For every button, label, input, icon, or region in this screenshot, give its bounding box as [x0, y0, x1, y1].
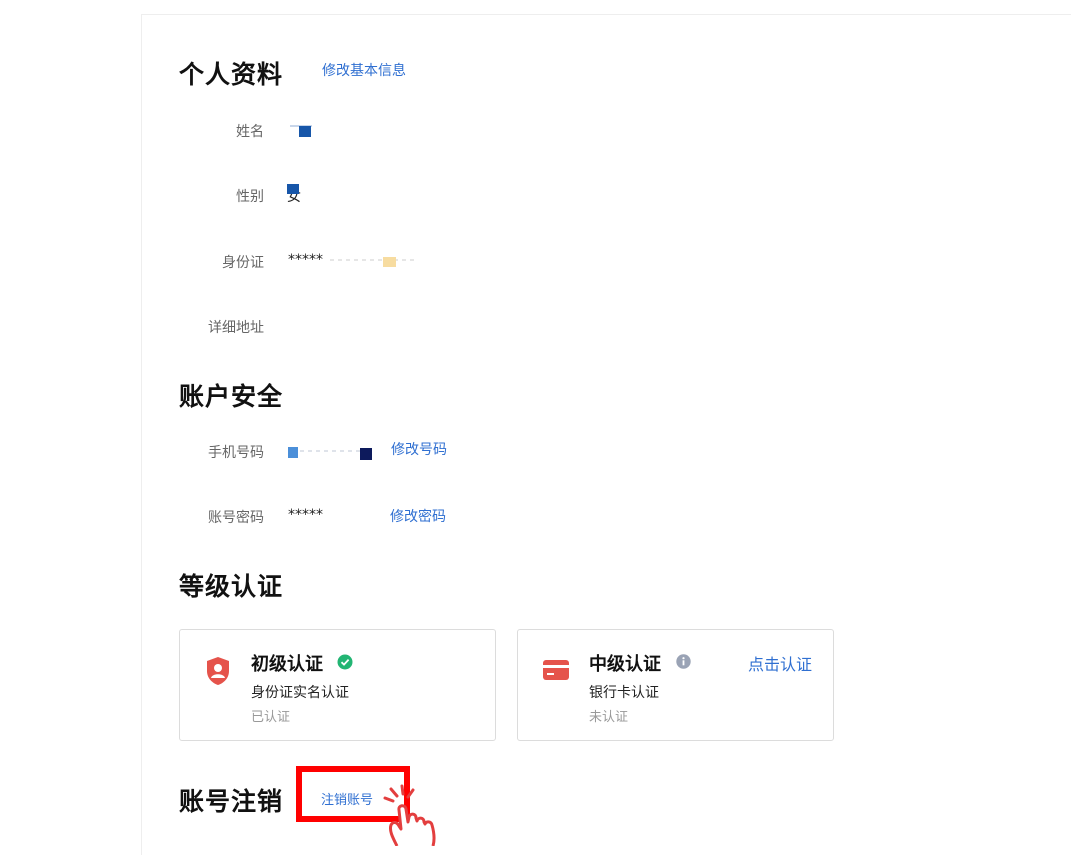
basic-verification-title: 初级认证 [251, 654, 323, 675]
intermediate-verification-card: 中级认证 点击认证 银行卡认证 未认证 [517, 629, 834, 741]
password-value: ***** [288, 507, 323, 523]
id-value: ***** [288, 252, 323, 268]
profile-section-title: 个人资料 [179, 60, 284, 89]
id-value-redacted [330, 257, 416, 267]
basic-verification-status: 已认证 [251, 710, 291, 725]
name-value-redacted [290, 123, 316, 137]
phone-value-redacted [288, 445, 374, 461]
gender-value-redacted [287, 184, 299, 194]
address-label: 详细地址 [208, 320, 264, 336]
cancel-section-title: 账号注销 [179, 787, 284, 816]
basic-verification-desc: 身份证实名认证 [251, 685, 349, 701]
edit-basic-info-link[interactable]: 修改基本信息 [322, 60, 406, 80]
gender-label: 性别 [236, 189, 264, 205]
intermediate-verification-status: 未认证 [589, 710, 629, 725]
security-section-title: 账户安全 [179, 382, 284, 411]
bank-card-icon [543, 660, 569, 684]
start-verification-link[interactable]: 点击认证 [748, 651, 812, 675]
shield-user-icon [205, 656, 231, 690]
password-label: 账号密码 [208, 510, 264, 526]
name-label: 姓名 [236, 124, 264, 140]
intermediate-verification-title: 中级认证 [589, 654, 661, 675]
check-circle-icon [337, 654, 353, 674]
basic-verification-card: 初级认证 身份证实名认证 已认证 [179, 629, 496, 741]
id-label: 身份证 [222, 255, 264, 271]
intermediate-verification-desc: 银行卡认证 [589, 685, 659, 701]
phone-label: 手机号码 [208, 445, 264, 461]
level-section-title: 等级认证 [179, 572, 284, 601]
change-password-link[interactable]: 修改密码 [390, 506, 446, 526]
pointing-hand-icon [375, 784, 465, 847]
change-phone-link[interactable]: 修改号码 [391, 439, 447, 459]
info-icon [676, 654, 691, 673]
